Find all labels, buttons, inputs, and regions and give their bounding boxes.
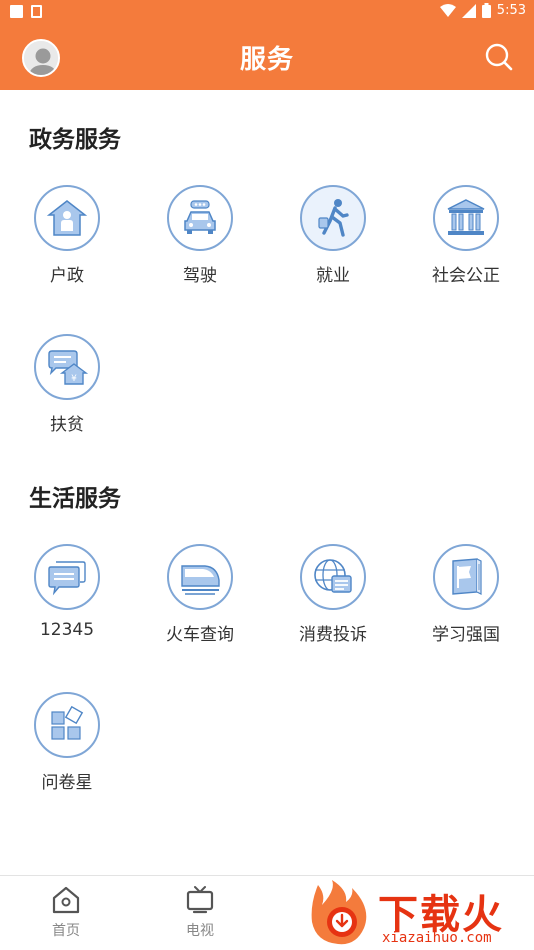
service-tile-social-justice[interactable]: 社会公正 — [406, 185, 526, 286]
search-icon — [485, 43, 513, 71]
car-driving-icon — [167, 185, 233, 251]
nav-item-home[interactable]: 首页 — [26, 884, 106, 940]
search-button[interactable] — [484, 42, 514, 72]
notification-icons — [10, 5, 42, 18]
notification-app-icon — [31, 5, 42, 18]
service-label: 驾驶 — [183, 266, 217, 286]
service-tile-questionnaire[interactable]: 问卷星 — [7, 692, 127, 793]
watermark-logo: 下载火 xiazaihuo.com — [308, 880, 528, 950]
service-tile-driving[interactable]: 驾驶 — [140, 185, 260, 286]
nav-label: 电视 — [186, 923, 214, 939]
home-icon — [52, 886, 80, 914]
service-label: 学习强国 — [432, 625, 500, 645]
household-registration-icon — [34, 185, 100, 251]
service-tile-household[interactable]: 户政 — [7, 185, 127, 286]
service-tile-consumer-complaint[interactable]: 消费投诉 — [273, 544, 393, 645]
service-tile-study[interactable]: 学习强国 — [406, 544, 526, 645]
train-icon — [167, 544, 233, 610]
svg-text:¥: ¥ — [71, 374, 77, 384]
watermark-url: xiazaihuo.com — [382, 930, 492, 946]
poverty-relief-house-icon: ¥ — [34, 334, 100, 400]
employment-walking-person-icon — [300, 185, 366, 251]
questionnaire-blocks-icon — [34, 692, 100, 758]
fire-logo-icon — [311, 880, 367, 945]
service-tile-employment[interactable]: 就业 — [273, 185, 393, 286]
service-label: 就业 — [316, 266, 350, 286]
service-label: 火车查询 — [166, 625, 234, 645]
service-label: 社会公正 — [432, 266, 500, 286]
service-label: 12345 — [39, 620, 95, 640]
section-title-life: 生活服务 — [29, 486, 121, 512]
consumer-complaint-globe-icon — [300, 544, 366, 610]
app-header: 服务 — [0, 24, 534, 90]
tv-icon — [186, 886, 214, 914]
courthouse-icon — [433, 185, 499, 251]
service-tile-hotline[interactable]: 12345 — [7, 544, 127, 640]
nav-label: 首页 — [52, 923, 80, 939]
service-label: 消费投诉 — [299, 625, 367, 645]
service-label: 户政 — [50, 266, 84, 286]
battery-icon — [481, 3, 491, 18]
nav-item-tv[interactable]: 电视 — [160, 884, 240, 940]
service-tile-poverty-relief[interactable]: ¥ 扶贫 — [7, 334, 127, 435]
cell-signal-icon — [461, 3, 476, 18]
status-time: 5:53 — [496, 3, 526, 18]
status-bar: 5:53 — [0, 0, 534, 24]
status-indicators: 5:53 — [439, 3, 526, 18]
service-tile-train[interactable]: 火车查询 — [140, 544, 260, 645]
page-title: 服务 — [239, 45, 294, 75]
service-label: 扶贫 — [50, 415, 84, 435]
section-title-government: 政务服务 — [29, 127, 121, 153]
hotline-chat-icon — [34, 544, 100, 610]
study-book-flag-icon — [433, 544, 499, 610]
notification-square-icon — [10, 5, 23, 18]
service-label: 问卷星 — [41, 773, 93, 793]
wifi-icon — [439, 4, 456, 17]
